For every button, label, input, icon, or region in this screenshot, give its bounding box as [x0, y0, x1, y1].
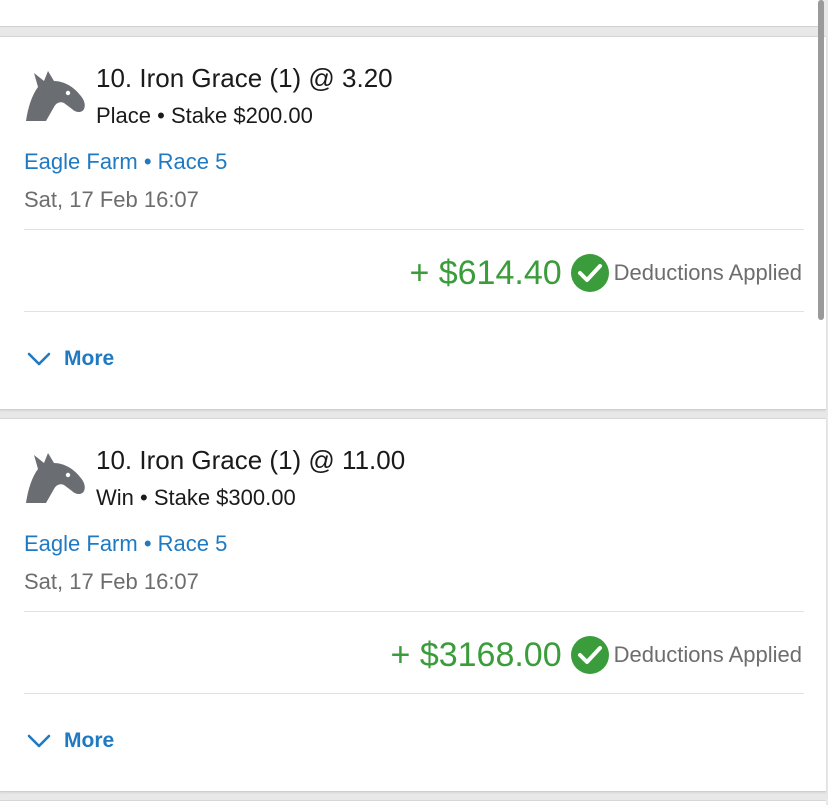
bet-type-stake: Place • Stake $200.00: [96, 103, 313, 128]
payout-amount: + $614.40: [409, 253, 562, 292]
divider: [24, 311, 804, 312]
payout-row: + $3168.00 Deductions Applied: [391, 633, 802, 677]
check-circle-icon: [570, 636, 609, 674]
divider: [24, 229, 804, 230]
status-text: Deductions Applied: [613, 642, 802, 667]
chevron-down-icon: [27, 352, 51, 366]
chevron-down-icon: [27, 734, 51, 748]
race-datetime: Sat, 17 Feb 16:07: [24, 187, 199, 212]
status-text: Deductions Applied: [613, 260, 802, 285]
horse-head-icon: [26, 453, 85, 503]
previous-bet-card: [0, 0, 820, 27]
more-button[interactable]: More: [26, 729, 114, 753]
bet-type-stake: Win • Stake $300.00: [96, 485, 296, 510]
venue-race-link[interactable]: Eagle Farm • Race 5: [24, 531, 227, 557]
more-label: More: [64, 729, 115, 752]
check-circle-icon: [570, 254, 609, 292]
horse-head-icon: [26, 71, 85, 121]
divider: [24, 611, 804, 612]
more-label: More: [64, 347, 115, 370]
next-bet-card: [0, 800, 826, 805]
scrollbar[interactable]: [818, 0, 824, 320]
payout-amount: + $3168.00: [390, 635, 562, 674]
bet-card: 10. Iron Grace (1) @ 11.00 Win • Stake $…: [0, 418, 826, 792]
bet-card: 10. Iron Grace (1) @ 3.20 Place • Stake …: [0, 36, 826, 410]
selection-title: 10. Iron Grace (1) @ 3.20: [96, 63, 393, 93]
race-datetime: Sat, 17 Feb 16:07: [24, 569, 199, 594]
divider: [24, 693, 804, 694]
payout-row: + $614.40 Deductions Applied: [409, 251, 802, 295]
selection-title: 10. Iron Grace (1) @ 11.00: [96, 445, 406, 475]
more-button[interactable]: More: [26, 347, 114, 371]
venue-race-link[interactable]: Eagle Farm • Race 5: [24, 149, 227, 175]
